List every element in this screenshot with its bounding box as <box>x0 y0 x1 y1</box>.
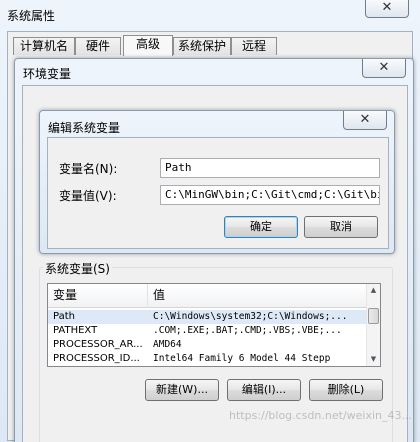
variable-name-cell: PATHEXT <box>53 325 98 336</box>
tab-computer-name[interactable]: 计算机名 <box>13 37 75 55</box>
list-vertical-scrollbar[interactable]: ▲ ▼ <box>366 284 380 366</box>
edit-system-variable-title: 编辑系统变量 <box>48 121 121 135</box>
edit-system-variable-close-button[interactable]: ✕ <box>343 111 387 130</box>
close-icon: ✕ <box>359 112 371 127</box>
column-header-variable[interactable]: 变量 <box>48 284 148 308</box>
close-icon: ✕ <box>381 0 393 15</box>
variable-value-cell: .COM;.EXE;.BAT;.CMD;.VBS;.VBE;... <box>153 325 342 336</box>
scroll-up-arrow-icon[interactable]: ▲ <box>367 284 380 297</box>
system-variables-label: 系统变量(S) <box>43 260 112 277</box>
edit-system-variable-titlebar[interactable]: 编辑系统变量 ✕ <box>40 111 394 137</box>
system-properties-close-button[interactable]: ✕ <box>365 0 409 18</box>
system-properties-title: 系统属性 <box>7 9 56 23</box>
variable-name-cell: PROCESSOR_AR... <box>53 339 143 350</box>
system-variables-list[interactable]: 变量 值 Path C:\Windows\system32;C:\Windows… <box>47 283 381 367</box>
list-item[interactable]: PROCESSOR_AR... AMD64 <box>48 338 366 352</box>
tab-advanced[interactable]: 高级 <box>123 35 173 56</box>
edit-variable-button[interactable]: 编辑(I)... <box>227 379 301 401</box>
variable-name-cell: Path <box>53 311 75 322</box>
close-icon: ✕ <box>378 60 390 75</box>
watermark-text: https://blog.csdn.net/weixin_43... <box>228 409 412 422</box>
environment-variables-titlebar[interactable]: 环境变量 ✕ <box>15 59 413 85</box>
delete-variable-button[interactable]: 删除(L) <box>309 379 383 401</box>
list-item[interactable]: Path C:\Windows\system32;C:\Windows;... <box>48 310 366 324</box>
variable-name-input[interactable]: Path <box>160 158 380 178</box>
variable-value-cell: C:\Windows\system32;C:\Windows;... <box>153 311 348 322</box>
edit-system-variable-dialog: 编辑系统变量 ✕ 变量名(N): Path 变量值(V): C:\MinGW\b… <box>39 110 395 254</box>
tab-system-protection[interactable]: 系统保护 <box>173 37 231 55</box>
scroll-thumb[interactable] <box>368 308 379 324</box>
new-variable-button[interactable]: 新建(W)... <box>145 379 219 401</box>
scroll-down-arrow-icon[interactable]: ▼ <box>367 353 380 366</box>
environment-variables-close-button[interactable]: ✕ <box>362 59 406 78</box>
edit-system-variable-ok-button[interactable]: 确定 <box>224 216 298 238</box>
edit-system-variable-cancel-button[interactable]: 取消 <box>304 216 378 238</box>
variable-value-input[interactable]: C:\MinGW\bin;C:\Git\cmd;C:\Git\bin; <box>160 185 380 205</box>
variable-name-label: 变量名(N): <box>59 162 118 176</box>
tab-remote[interactable]: 远程 <box>231 37 277 55</box>
list-header: 变量 值 <box>48 284 368 308</box>
variable-value-label: 变量值(V): <box>59 189 117 203</box>
column-header-value[interactable]: 值 <box>148 284 368 308</box>
list-item[interactable]: PROCESSOR_ID... Intel64 Family 6 Model 4… <box>48 352 366 366</box>
variable-value-cell: Intel64 Family 6 Model 44 Stepp <box>153 353 331 364</box>
environment-variables-title: 环境变量 <box>23 67 72 81</box>
list-item[interactable]: PATHEXT .COM;.EXE;.BAT;.CMD;.VBS;.VBE;..… <box>48 324 366 338</box>
system-properties-titlebar[interactable]: 系统属性 ✕ <box>0 0 420 25</box>
tab-hardware[interactable]: 硬件 <box>75 37 121 55</box>
variable-value-cell: AMD64 <box>153 339 182 350</box>
variable-name-cell: PROCESSOR_ID... <box>53 353 140 364</box>
